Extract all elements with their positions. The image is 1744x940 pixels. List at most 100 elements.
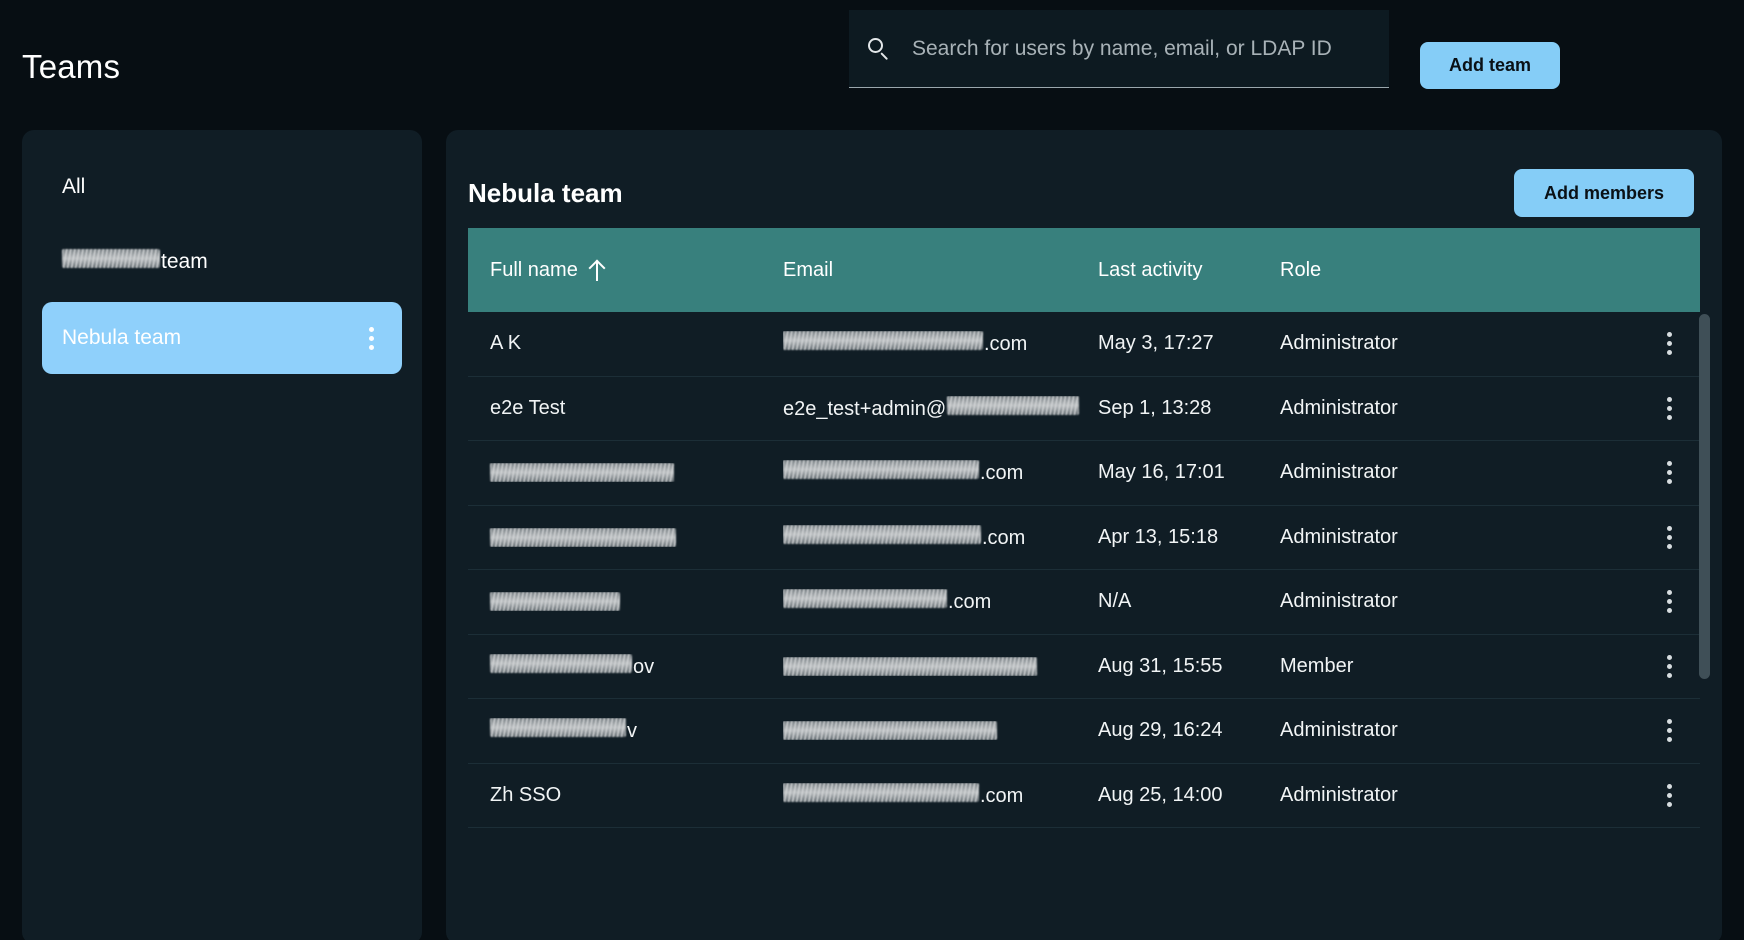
redacted-text xyxy=(783,524,981,544)
page-title: Teams xyxy=(22,48,121,85)
cell-full-name-text: ov xyxy=(633,655,655,678)
table-row[interactable]: e2e Test e2e_test+admin@ Sep 1, 13:28 Admin… xyxy=(468,377,1700,441)
cell-email: e2e_test+admin@ xyxy=(783,395,1098,421)
cell-email xyxy=(783,721,1098,741)
cell-actions xyxy=(1638,652,1700,680)
cell-role: Administrator xyxy=(1280,525,1398,548)
top-bar: Teams Add team xyxy=(0,0,1744,130)
cell-email-text: e2e_test+admin@ xyxy=(783,397,947,420)
cell-email-text: .com xyxy=(984,333,1028,356)
cell-last-activity: May 3, 17:27 xyxy=(1098,332,1214,355)
redacted-text xyxy=(490,527,676,547)
cell-full-name-text: Zh SSO xyxy=(490,783,562,806)
column-header-email[interactable]: Email xyxy=(783,259,1098,282)
kebab-menu-icon[interactable] xyxy=(1658,588,1680,616)
table-vertical-scrollbar[interactable] xyxy=(1699,314,1710,679)
redacted-text xyxy=(783,782,979,802)
table-row[interactable]: Zh SSO .com Aug 25, 14:00 Administrator xyxy=(468,764,1700,828)
kebab-menu-icon[interactable] xyxy=(1658,459,1680,487)
members-table-header: Full name Email Last activity Role xyxy=(468,228,1700,312)
cell-email: .com xyxy=(783,782,1098,808)
table-row[interactable]: .com May 16, 17:01 Administrator xyxy=(468,441,1700,506)
redacted-text xyxy=(947,395,1080,415)
sidebar-item-nebula-team[interactable]: Nebula team xyxy=(42,302,402,374)
table-row[interactable]: v Aug 29, 16:24 Administrator xyxy=(468,699,1700,764)
cell-actions xyxy=(1638,781,1700,809)
table-row[interactable]: A K .com May 3, 17:27 Administrator xyxy=(468,312,1700,377)
cell-full-name xyxy=(468,463,783,483)
cell-actions xyxy=(1638,330,1700,358)
add-members-button[interactable]: Add members xyxy=(1514,169,1694,217)
cell-role: Administrator xyxy=(1280,461,1398,484)
table-row[interactable]: .com N/A Administrator xyxy=(468,570,1700,635)
add-team-button[interactable]: Add team xyxy=(1420,42,1560,89)
members-table: Full name Email Last activity Role A K .c… xyxy=(468,228,1710,828)
table-row[interactable]: ov Aug 31, 15:55 Member xyxy=(468,635,1700,699)
sidebar-item-text: team xyxy=(161,249,208,273)
redacted-text xyxy=(490,718,626,738)
sidebar-item-all[interactable]: All xyxy=(42,154,402,220)
cell-last-activity: Sep 1, 13:28 xyxy=(1098,396,1212,419)
kebab-menu-icon[interactable] xyxy=(1658,394,1680,422)
cell-actions xyxy=(1638,588,1700,616)
redacted-text xyxy=(490,653,632,673)
cell-actions xyxy=(1638,523,1700,551)
team-detail-panel: Nebula team Add members Full name Email … xyxy=(446,130,1722,940)
cell-email-text: .com xyxy=(982,526,1026,549)
sort-ascending-arrow-icon xyxy=(590,260,604,281)
cell-last-activity: Apr 13, 15:18 xyxy=(1098,525,1219,548)
team-detail-header: Nebula team Add members xyxy=(446,130,1722,228)
cell-last-activity: Aug 29, 16:24 xyxy=(1098,719,1223,742)
cell-actions xyxy=(1638,394,1700,422)
cell-full-name xyxy=(468,527,783,547)
teams-sidebar: All team Nebula team xyxy=(22,130,422,940)
search-field-container[interactable] xyxy=(849,10,1389,88)
search-input[interactable] xyxy=(912,28,1389,69)
sidebar-item-label: team xyxy=(62,248,382,274)
column-header-full-name[interactable]: Full name xyxy=(468,259,783,282)
sidebar-item-label: All xyxy=(62,175,382,199)
cell-last-activity: Aug 31, 15:55 xyxy=(1098,654,1223,677)
sidebar-item-team[interactable]: team xyxy=(42,228,402,294)
kebab-menu-icon[interactable] xyxy=(1658,330,1680,358)
content-area: All team Nebula team Nebula team Add membe… xyxy=(0,130,1744,940)
cell-role: Administrator xyxy=(1280,396,1398,419)
cell-last-activity: Aug 25, 14:00 xyxy=(1098,783,1223,806)
cell-actions xyxy=(1638,717,1700,745)
cell-email xyxy=(783,656,1098,676)
team-title: Nebula team xyxy=(468,177,623,208)
cell-full-name: ov xyxy=(468,653,783,679)
cell-role: Administrator xyxy=(1280,783,1398,806)
cell-role: Member xyxy=(1280,654,1354,677)
kebab-menu-icon[interactable] xyxy=(1658,717,1680,745)
redacted-text xyxy=(783,656,1037,676)
table-row[interactable]: .com Apr 13, 15:18 Administrator xyxy=(468,506,1700,570)
redacted-text xyxy=(62,248,160,268)
sidebar-item-text: All xyxy=(62,175,86,198)
redacted-text xyxy=(490,592,620,612)
column-header-last-activity[interactable]: Last activity xyxy=(1098,259,1280,282)
cell-email: .com xyxy=(783,589,1098,614)
cell-full-name: Zh SSO xyxy=(468,784,783,807)
cell-role: Administrator xyxy=(1280,719,1398,742)
cell-email-text: .com xyxy=(980,462,1024,485)
search-icon xyxy=(866,36,892,62)
redacted-text xyxy=(490,463,674,483)
redacted-text xyxy=(783,721,997,741)
kebab-menu-icon[interactable] xyxy=(1658,781,1680,809)
cell-full-name: e2e Test xyxy=(468,397,783,420)
kebab-menu-icon[interactable] xyxy=(360,324,382,352)
members-table-body: A K .com May 3, 17:27 Administrator e2e Test… xyxy=(468,312,1700,828)
kebab-menu-icon[interactable] xyxy=(1658,523,1680,551)
teams-list: All team Nebula team xyxy=(42,154,402,374)
cell-full-name-text: A K xyxy=(490,332,522,355)
sidebar-item-text: Nebula team xyxy=(62,326,182,349)
redacted-text xyxy=(783,589,947,609)
redacted-text xyxy=(783,460,979,480)
cell-full-name: v xyxy=(468,718,783,743)
cell-full-name xyxy=(468,592,783,612)
column-header-role[interactable]: Role xyxy=(1280,259,1638,282)
cell-last-activity: May 16, 17:01 xyxy=(1098,461,1225,484)
kebab-menu-icon[interactable] xyxy=(1658,652,1680,680)
cell-role: Administrator xyxy=(1280,332,1398,355)
